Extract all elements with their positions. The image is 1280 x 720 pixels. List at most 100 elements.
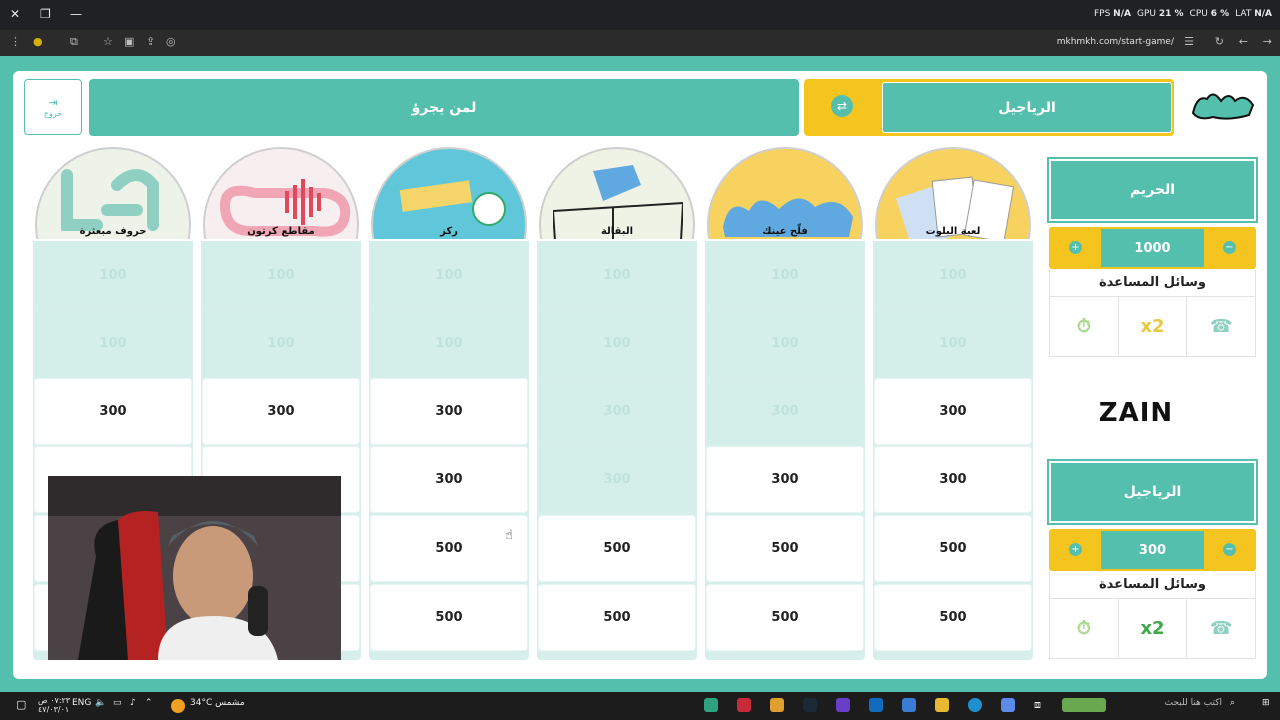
bookmark-star-icon[interactable]: ☆ [103, 35, 113, 48]
category-sharp-eyes[interactable]: فلّح عينك [705, 147, 865, 239]
swap-team-icon[interactable]: ⇄ [831, 95, 853, 117]
site-icon[interactable]: ● [33, 35, 43, 48]
category-label: مقاطع كرتون [247, 226, 315, 237]
question-cell[interactable]: 500 [707, 585, 863, 650]
question-cell: 100 [875, 311, 1031, 376]
question-cell[interactable]: 500 [539, 585, 695, 650]
edge-icon[interactable] [968, 698, 982, 712]
volume-icon[interactable]: 🔈 [95, 698, 106, 708]
current-team-name[interactable]: الرياجيل [882, 82, 1172, 133]
menu-icon[interactable]: ⋮ [10, 35, 21, 48]
question-cell: 300 [539, 379, 695, 444]
address-bar[interactable]: mkhmkh.com/start-game/ [1057, 37, 1174, 47]
store-icon[interactable] [902, 698, 916, 712]
question-cell[interactable]: 300 [203, 379, 359, 444]
question-cell: 100 [371, 311, 527, 376]
whose-turn-button[interactable]: لمن يجرؤ [89, 79, 799, 136]
team-name: الحريم [1047, 157, 1258, 223]
question-cell[interactable]: 500 [371, 516, 527, 581]
current-team-bar: ⇄ الرياجيل [804, 79, 1174, 136]
microphone-icon[interactable]: ♪ [130, 698, 136, 708]
decrease-score-button[interactable]: − [1223, 543, 1236, 556]
question-cell[interactable]: 500 [875, 585, 1031, 650]
category-scrambled-letters[interactable]: حروف مبعثرة [33, 147, 193, 239]
category-grocery[interactable]: البقالة [537, 147, 697, 239]
outlook-icon[interactable] [869, 698, 883, 712]
question-cell: 100 [35, 243, 191, 308]
search-icon[interactable]: ⌕ [1230, 698, 1235, 708]
question-cell[interactable]: 500 [875, 516, 1031, 581]
decrease-score-button[interactable]: − [1223, 241, 1236, 254]
refresh-icon[interactable]: ↻ [1215, 35, 1224, 48]
collections-icon[interactable]: ▣ [124, 35, 134, 48]
app-icon[interactable] [737, 698, 751, 712]
language-indicator[interactable]: ENG [72, 698, 91, 708]
score-row: + 300 − [1049, 529, 1256, 571]
double-points-icon[interactable]: x2 [1117, 599, 1187, 658]
question-cell[interactable]: 500 [371, 585, 527, 650]
help-tools-title: وسائل المساعدة [1049, 269, 1256, 297]
category-focus[interactable]: ركز [369, 147, 529, 239]
category-cartoon-clips[interactable]: مقاطع كرتون [201, 147, 361, 239]
app-icon[interactable] [836, 698, 850, 712]
close-window-icon[interactable]: ✕ [10, 7, 20, 21]
restore-window-icon[interactable]: ❐ [40, 7, 51, 21]
call-friend-icon[interactable]: ☎ [1186, 599, 1255, 658]
call-friend-icon[interactable]: ☎ [1186, 297, 1255, 356]
read-aloud-icon[interactable]: ◎ [166, 35, 176, 48]
start-button[interactable]: ⊞ [1262, 698, 1270, 708]
question-cell: 100 [707, 311, 863, 376]
minimize-window-icon[interactable]: — [70, 7, 82, 21]
clock: ٠٧:٢٣ ص ٤٧/٠٣/٠١ [38, 696, 70, 714]
question-cell: 100 [875, 243, 1031, 308]
increase-score-button[interactable]: + [1069, 543, 1082, 556]
exit-button[interactable]: ⇥ خروج [24, 79, 82, 135]
team-score: 1000 [1101, 229, 1204, 267]
chrome-icon[interactable] [770, 698, 784, 712]
mouse-cursor: ☝ [505, 528, 513, 543]
question-cell: 100 [707, 243, 863, 308]
network-icon[interactable]: ▭ [113, 698, 122, 708]
windows-taskbar: ▢ ٠٧:٢٣ ص ٤٧/٠٣/٠١ ENG 🔈 ▭ ♪ ⌃ 34°C مشمس… [0, 692, 1280, 720]
question-cell: 100 [203, 243, 359, 308]
question-cell[interactable]: 300 [371, 379, 527, 444]
help-tools: ⏱ x2 ☎ [1049, 599, 1256, 659]
site-logo [1191, 93, 1255, 120]
question-cell[interactable]: 300 [875, 379, 1031, 444]
weather-text[interactable]: 34°C مشمس [190, 698, 245, 708]
question-cell: 100 [203, 311, 359, 376]
category-baloot-game[interactable]: لعبة البلوت [873, 147, 1033, 239]
question-cell[interactable]: 300 [35, 379, 191, 444]
question-cell[interactable]: 500 [539, 516, 695, 581]
back-icon[interactable]: ← [1239, 35, 1248, 48]
double-points-icon[interactable]: x2 [1117, 297, 1187, 356]
question-cell: 100 [35, 311, 191, 376]
question-cell[interactable]: 300 [371, 447, 527, 512]
file-explorer-icon[interactable] [935, 698, 949, 712]
browser-toolbar: ⋮ ● ⧉ ☆ ▣ ⇪ ◎ mkhmkh.com/start-game/ ☰ ↻… [0, 30, 1280, 56]
letters-art-icon [61, 169, 159, 231]
score-row: + 1000 − [1049, 227, 1256, 269]
team-panel-men: الرياجيل + 300 − وسائل المساعدة ⏱ x2 ☎ [1047, 459, 1258, 659]
question-cell: 300 [707, 379, 863, 444]
app-icon[interactable] [704, 698, 718, 712]
task-view-icon[interactable]: ⧈ [1034, 698, 1041, 712]
reader-mode-icon[interactable]: ☰ [1184, 35, 1194, 48]
timer-icon[interactable]: ⏱ [1050, 599, 1118, 658]
tray-expand-icon[interactable]: ⌃ [145, 698, 153, 708]
notifications-icon[interactable]: ▢ [16, 698, 26, 711]
steam-icon[interactable] [803, 698, 817, 712]
question-cell[interactable]: 500 [707, 516, 863, 581]
increase-score-button[interactable]: + [1069, 241, 1082, 254]
timer-icon[interactable]: ⏱ [1050, 297, 1118, 356]
search-highlight-image [1062, 698, 1106, 712]
question-cell[interactable]: 300 [875, 447, 1031, 512]
browser-titlebar: ✕ ❐ — FPS N/A GPU 21 % CPU 6 % LAT N/A [0, 0, 1280, 30]
extensions-icon[interactable]: ⧉ [70, 35, 78, 49]
taskbar-search-input[interactable]: اكتب هنا للبحث [1112, 698, 1222, 708]
share-icon[interactable]: ⇪ [146, 35, 155, 48]
app-icon[interactable] [1001, 698, 1015, 712]
forward-icon[interactable]: → [1263, 35, 1272, 48]
question-cell[interactable]: 300 [707, 447, 863, 512]
team-name: الرياجيل [1047, 459, 1258, 525]
